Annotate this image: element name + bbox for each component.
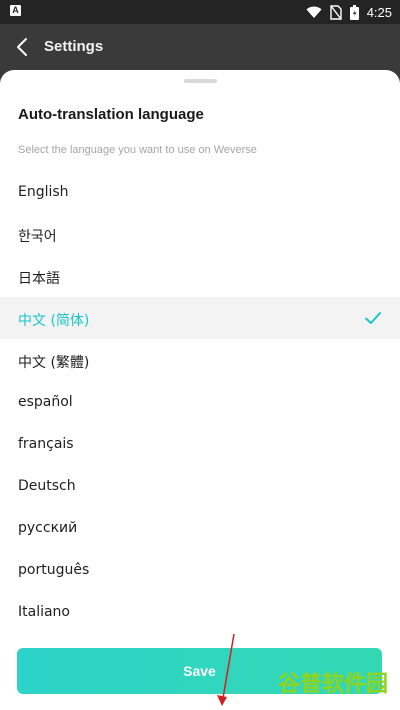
language-label: français xyxy=(18,436,74,452)
sheet-subtitle: Select the language you want to use on W… xyxy=(18,144,257,156)
language-item-portuguese[interactable]: português xyxy=(0,549,400,591)
language-label: 中文 (简体) xyxy=(18,313,90,329)
language-label: 한국어 xyxy=(18,229,57,245)
checkmark-icon xyxy=(365,312,381,324)
language-item-italian[interactable]: Italiano xyxy=(0,591,400,633)
back-button[interactable] xyxy=(10,34,36,60)
page-title: Settings xyxy=(44,38,104,55)
status-time: 4:25 xyxy=(366,4,392,20)
sheet-title: Auto-translation language xyxy=(18,106,204,123)
language-bottom-sheet: Auto-translation language Select the lan… xyxy=(0,70,400,710)
language-label: русский xyxy=(18,520,78,536)
battery-icon xyxy=(349,4,359,20)
app-bar: Settings xyxy=(0,24,400,70)
language-item-korean[interactable]: 한국어 xyxy=(0,213,400,255)
watermark-logo: 谷普软件园 xyxy=(277,672,388,697)
status-bar: A 4:25 xyxy=(0,0,400,24)
language-item-chinese-simplified[interactable]: 中文 (简体) xyxy=(0,297,400,339)
language-label: Italiano xyxy=(18,604,70,620)
language-item-french[interactable]: français xyxy=(0,423,400,465)
language-label: English xyxy=(18,184,69,200)
language-item-russian[interactable]: русский xyxy=(0,507,400,549)
no-sim-icon xyxy=(329,4,342,20)
language-item-chinese-traditional[interactable]: 中文 (繁體) xyxy=(0,339,400,381)
language-item-english[interactable]: English xyxy=(0,171,400,213)
wifi-icon xyxy=(306,6,322,18)
language-list: English 한국어 日本語 中文 (简体) 中文 (繁體) español … xyxy=(0,171,400,633)
language-label: 中文 (繁體) xyxy=(18,355,90,371)
sheet-drag-handle[interactable] xyxy=(184,79,217,83)
language-item-japanese[interactable]: 日本語 xyxy=(0,255,400,297)
back-arrow-icon xyxy=(17,38,27,56)
status-icons: 4:25 xyxy=(306,4,392,20)
notification-app-icon: A xyxy=(10,5,21,16)
language-label: 日本語 xyxy=(18,271,60,287)
language-item-german[interactable]: Deutsch xyxy=(0,465,400,507)
language-label: español xyxy=(18,394,73,410)
language-label: português xyxy=(18,562,90,578)
language-item-spanish[interactable]: español xyxy=(0,381,400,423)
language-label: Deutsch xyxy=(18,478,76,494)
